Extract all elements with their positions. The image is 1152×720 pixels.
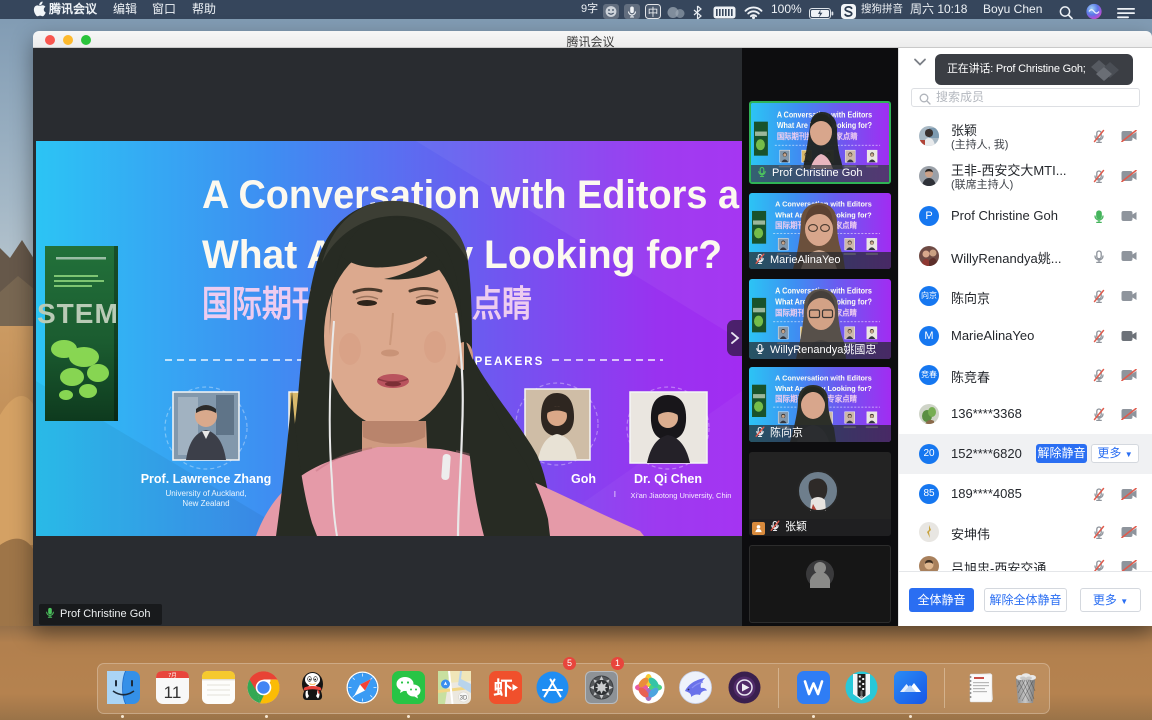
svg-text:7月: 7月 <box>168 672 177 679</box>
svg-text:Prof. Lawrence Zhang: Prof. Lawrence Zhang <box>141 472 272 486</box>
svg-text:STEM: STEM <box>37 298 119 329</box>
svg-text:A Conversation with Editors a: A Conversation with Editors a <box>202 173 740 217</box>
svg-text:New Zealand: New Zealand <box>182 499 229 508</box>
svg-text:Goh: Goh <box>571 472 596 486</box>
svg-text:11: 11 <box>163 683 181 702</box>
svg-text:虾: 虾 <box>493 678 512 700</box>
svg-text:University of Auckland,: University of Auckland, <box>166 489 247 498</box>
svg-text:3D: 3D <box>459 695 467 701</box>
svg-text:Xi'an Jiaotong University, Chi: Xi'an Jiaotong University, Chin <box>631 491 732 500</box>
svg-text:中: 中 <box>648 6 659 19</box>
svg-text:l: l <box>614 490 616 499</box>
svg-text:Dr. Qi Chen: Dr. Qi Chen <box>634 472 702 486</box>
